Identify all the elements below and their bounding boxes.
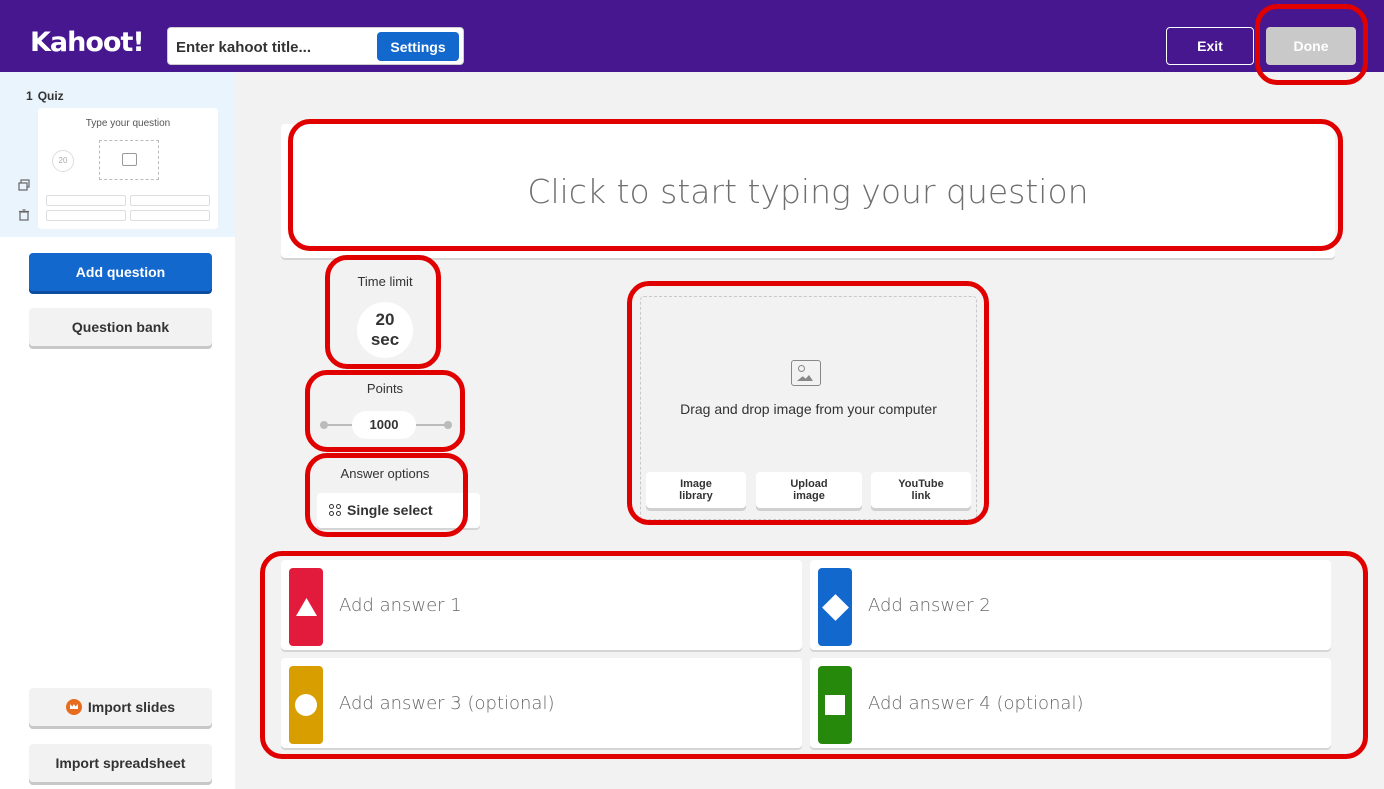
thumb-question: Type your question	[85, 118, 171, 129]
answer-2-tile	[818, 568, 852, 646]
image-icon	[791, 360, 821, 386]
slide-label: 1 Quiz	[26, 89, 64, 103]
youtube-link-label-1: YouTube	[898, 478, 944, 490]
kahoot-logo[interactable]: Kahoot!	[30, 27, 145, 58]
thumb-answer	[46, 210, 126, 221]
answer-3-tile	[289, 666, 323, 744]
answer-1-placeholder: Add answer 1	[339, 595, 462, 616]
points-slider-max[interactable]	[444, 421, 452, 429]
time-limit-unit: sec	[370, 330, 400, 349]
done-button[interactable]: Done	[1266, 27, 1356, 65]
answer-3-placeholder: Add answer 3 (optional)	[339, 693, 555, 714]
triangle-icon	[296, 598, 317, 616]
youtube-link-button[interactable]: YouTube link	[871, 472, 971, 508]
answer-options-value: Single select	[347, 502, 433, 518]
exit-button[interactable]: Exit	[1166, 27, 1254, 65]
answer-3-box[interactable]: Add answer 3 (optional)	[281, 658, 802, 748]
grid-icon	[329, 504, 341, 516]
settings-button[interactable]: Settings	[377, 32, 459, 61]
slide-item-1[interactable]: 1 Quiz Type your question 20	[0, 72, 235, 237]
answer-1-tile	[289, 568, 323, 646]
media-drop-text: Drag and drop image from your computer	[680, 401, 937, 417]
diamond-icon	[822, 594, 849, 621]
sidebar: 1 Quiz Type your question 20 Add question…	[0, 72, 235, 789]
answer-options-select[interactable]: Single select	[317, 493, 480, 528]
import-spreadsheet-button[interactable]: Import spreadsheet	[29, 744, 212, 782]
circle-icon	[295, 694, 317, 716]
answer-4-box[interactable]: Add answer 4 (optional)	[810, 658, 1331, 748]
points-value[interactable]: 1000	[352, 411, 416, 439]
media-drop-zone[interactable]: Drag and drop image from your computer I…	[640, 296, 977, 520]
add-question-button[interactable]: Add question	[29, 253, 212, 291]
thumb-answer	[46, 195, 126, 206]
image-icon	[122, 153, 137, 166]
question-bank-button[interactable]: Question bank	[29, 308, 212, 346]
slide-type: Quiz	[37, 89, 64, 103]
import-slides-label: Import slides	[87, 699, 176, 715]
duplicate-icon[interactable]	[18, 179, 30, 191]
crown-icon	[65, 699, 82, 715]
answer-1-box[interactable]: Add answer 1	[281, 560, 802, 650]
answer-2-box[interactable]: Add answer 2	[810, 560, 1331, 650]
image-library-button[interactable]: Image library	[646, 472, 746, 508]
time-limit-value: 20	[375, 310, 395, 329]
kahoot-title-input[interactable]	[176, 35, 376, 59]
question-placeholder: Click to start typing your question	[527, 171, 1089, 211]
image-library-label-2: library	[679, 490, 713, 502]
title-field-container: Settings	[167, 27, 464, 65]
top-bar: Kahoot! Settings Exit Done	[0, 0, 1384, 72]
import-slides-button[interactable]: Import slides	[29, 688, 212, 726]
upload-image-label-1: Upload	[790, 478, 828, 490]
trash-icon[interactable]	[18, 209, 30, 221]
answer-options-label: Answer options	[340, 466, 430, 481]
thumb-timer: 20	[52, 150, 74, 172]
youtube-link-label-2: link	[911, 490, 931, 502]
answer-4-tile	[818, 666, 852, 744]
question-input-box[interactable]: Click to start typing your question	[281, 124, 1335, 258]
upload-image-label-2: image	[793, 490, 825, 502]
answer-4-placeholder: Add answer 4 (optional)	[868, 693, 1084, 714]
upload-image-button[interactable]: Upload image	[756, 472, 862, 508]
slide-number: 1	[26, 89, 33, 103]
points-slider-min[interactable]	[320, 421, 328, 429]
square-icon	[825, 695, 845, 715]
thumb-answer	[130, 210, 210, 221]
thumb-answer	[130, 195, 210, 206]
time-limit-selector[interactable]: 20 sec	[357, 302, 413, 358]
time-limit-label: Time limit	[357, 274, 413, 289]
points-label: Points	[366, 381, 404, 396]
image-library-label-1: Image	[680, 478, 712, 490]
answer-2-placeholder: Add answer 2	[868, 595, 991, 616]
slide-thumbnail: Type your question 20	[38, 108, 218, 229]
thumb-image-placeholder	[99, 140, 159, 180]
